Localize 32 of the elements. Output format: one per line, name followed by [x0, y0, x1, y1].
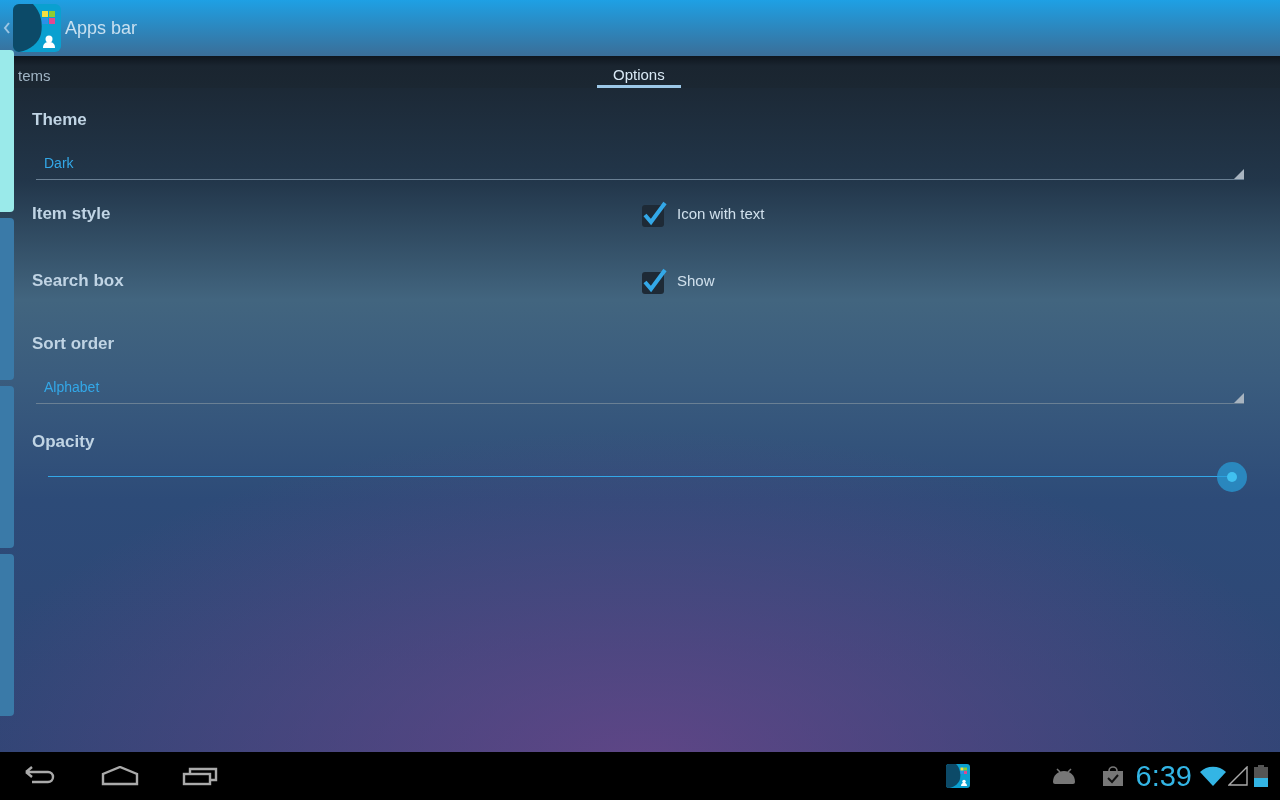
checkmark-icon — [641, 267, 669, 294]
tab[interactable]: tems — [14, 56, 55, 88]
back-arrow-icon — [23, 766, 57, 786]
side-handle[interactable] — [0, 386, 14, 548]
dropdown-arrow-icon — [1234, 393, 1244, 403]
option-label: Theme — [32, 110, 88, 130]
battery-icon — [1254, 765, 1268, 787]
side-handle[interactable] — [0, 218, 14, 380]
dropdown-arrow-icon — [1234, 169, 1244, 179]
checkbox[interactable]: Show — [641, 267, 715, 294]
side-handle[interactable] — [0, 554, 14, 716]
option-label: Sort order — [32, 334, 116, 354]
home-icon — [101, 766, 139, 786]
tab[interactable]: Options — [597, 56, 681, 88]
back-icon[interactable] — [3, 22, 11, 34]
side-handle[interactable] — [0, 50, 14, 212]
dropdown[interactable]: Dark — [36, 148, 1244, 180]
checkbox[interactable]: Icon with text — [641, 200, 765, 227]
app-title: Apps bar — [65, 17, 138, 39]
clock: 6:39 — [1135, 759, 1192, 793]
android-icon — [1051, 768, 1076, 784]
wifi-icon — [1200, 766, 1226, 786]
app-logo-icon[interactable] — [945, 764, 970, 788]
shopping-bag-icon — [1101, 765, 1124, 787]
signal-icon — [1228, 766, 1248, 786]
option-label: Search box — [32, 270, 125, 291]
recent-apps-icon — [182, 766, 218, 786]
slider[interactable] — [48, 462, 1247, 492]
checkmark-icon — [641, 200, 669, 227]
option-label: Opacity — [32, 432, 96, 452]
app-logo-icon — [13, 4, 61, 52]
option-label: Item style — [32, 203, 112, 224]
